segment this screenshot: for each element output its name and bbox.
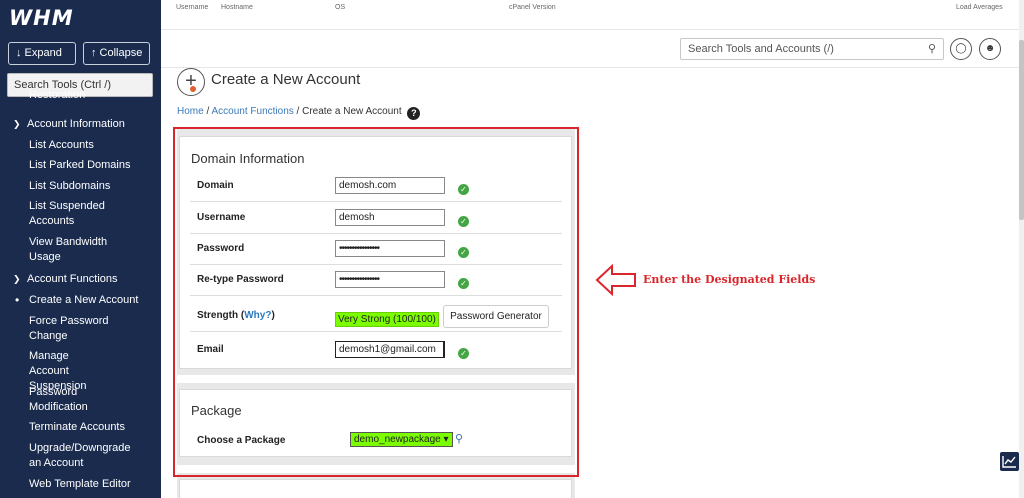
breadcrumb-sep: / <box>206 106 210 117</box>
sidebar-item-list-accounts[interactable]: List Accounts <box>0 138 94 153</box>
sidebar-item-password-modification[interactable]: Password Modification <box>0 385 100 415</box>
sidebar-item-web-template-editor[interactable]: Web Template Editor <box>0 477 131 492</box>
create-account-plus-icon: + <box>177 68 205 96</box>
annotation-text: Enter the Designated Fields <box>643 273 816 286</box>
sidebar-item-list-subdomains[interactable]: List Subdomains <box>0 179 110 194</box>
header-divider <box>161 67 1024 68</box>
info-hostname: Hostname <box>221 4 253 11</box>
sidebar-item-view-bandwidth-usage[interactable]: View Bandwidth Usage <box>0 235 110 265</box>
breadcrumb: Home / Account Functions / Create a New … <box>177 106 421 120</box>
breadcrumb-current: Create a New Account <box>302 106 402 117</box>
collapse-button[interactable]: ↑ Collapse <box>83 42 150 65</box>
badge-icon <box>190 86 196 92</box>
chevron-down-icon: ❯ <box>13 119 21 129</box>
sidebar-item-list-suspended-accounts[interactable]: List Suspended Accounts <box>0 199 118 229</box>
bullet-icon: • <box>15 293 20 307</box>
sidebar: WHM ↓ Expand ↑ Collapse Search Tools (Ct… <box>0 0 161 498</box>
help-icon[interactable]: ? <box>407 107 421 120</box>
scrollbar-thumb[interactable] <box>1019 40 1024 220</box>
sidebar-item-create-account-wrap: • Create a New Account <box>0 293 161 308</box>
sidebar-section-account-information[interactable]: ❯ Account Information <box>0 117 125 132</box>
breadcrumb-account-functions[interactable]: Account Functions <box>211 106 293 117</box>
user-account-icon[interactable]: ☻ <box>979 38 1001 60</box>
sidebar-section-account-functions[interactable]: ❯ Account Functions <box>0 272 118 287</box>
arrow-left-icon <box>595 263 636 297</box>
info-username: Username <box>176 4 209 11</box>
expand-collapse-row: ↓ Expand ↑ Collapse <box>8 42 150 65</box>
breadcrumb-sep: / <box>296 106 300 117</box>
sidebar-item-force-password-change[interactable]: Force Password Change <box>0 314 110 344</box>
search-tools-accounts-input[interactable]: Search Tools and Accounts (/) ⚲ <box>680 38 944 60</box>
info-cpanel-version: cPanel Version <box>509 4 556 11</box>
expand-button[interactable]: ↓ Expand <box>8 42 76 65</box>
sidebar-item-terminate-accounts[interactable]: Terminate Accounts <box>0 420 125 435</box>
breadcrumb-home[interactable]: Home <box>177 106 204 117</box>
notifications-bell-icon[interactable]: ◯ <box>950 38 972 60</box>
sidebar-item-upgrade-downgrade[interactable]: Upgrade/Downgrade an Account <box>0 441 131 471</box>
next-panel <box>179 479 572 498</box>
chevron-down-icon: ❯ <box>13 274 21 284</box>
whm-logo[interactable]: WHM <box>9 6 74 30</box>
server-info-bar: Username Hostname OS cPanel Version Load… <box>161 0 1024 30</box>
search-icon[interactable]: ⚲ <box>928 39 936 59</box>
page-scrollbar[interactable] <box>1019 0 1024 498</box>
info-load-averages: Load Averages <box>956 4 1003 11</box>
section-label: Account Information <box>27 118 125 130</box>
search-placeholder: Search Tools and Accounts (/) <box>688 43 834 55</box>
sidebar-item-create-a-new-account[interactable]: Create a New Account <box>0 293 161 308</box>
info-os: OS <box>335 4 346 11</box>
section-label: Account Functions <box>27 273 118 285</box>
page-title: Create a New Account <box>211 71 361 88</box>
highlight-box <box>173 127 579 477</box>
sidebar-item-restoration[interactable]: Restoration <box>0 91 85 99</box>
sidebar-item-list-parked-domains[interactable]: List Parked Domains <box>0 158 131 173</box>
chart-icon[interactable] <box>1000 452 1019 471</box>
